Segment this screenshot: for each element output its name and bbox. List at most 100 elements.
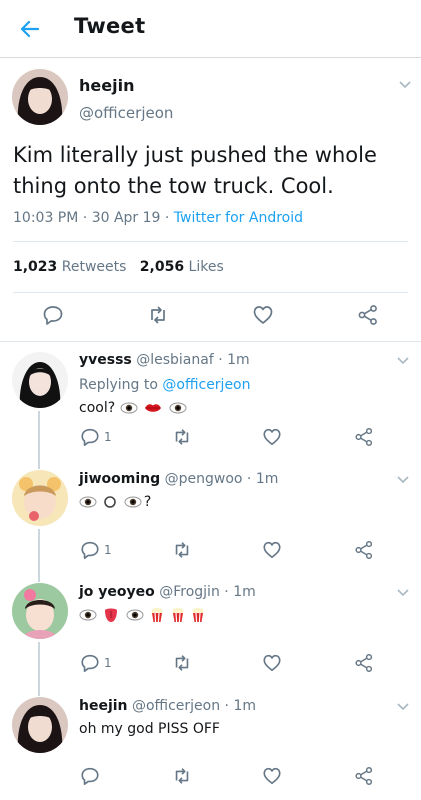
chevron-down-icon xyxy=(397,589,409,597)
eyes-emoji-icon xyxy=(169,402,187,414)
share-icon xyxy=(358,305,377,325)
reply-time-value: 1m xyxy=(233,698,256,714)
reply-icon xyxy=(43,306,63,325)
like-button[interactable] xyxy=(259,424,285,450)
back-button[interactable] xyxy=(14,13,46,45)
retweet-icon xyxy=(151,306,165,324)
retweet-button[interactable] xyxy=(169,650,195,676)
like-button[interactable] xyxy=(259,650,285,676)
replying-to: Replying to @officerjeon xyxy=(79,377,251,393)
popcorn-emoji-icon xyxy=(192,607,204,623)
reply-menu-button[interactable] xyxy=(395,699,411,715)
heart-icon xyxy=(263,541,281,559)
reply-author[interactable]: heejin @officerjeon · 1m xyxy=(79,698,256,714)
reply-name: yvesss xyxy=(79,352,132,368)
reply-text: ? xyxy=(79,494,151,510)
reply-author[interactable]: yvesss @lesbianaf · 1m xyxy=(79,352,250,368)
eyes-emoji-icon xyxy=(124,496,142,508)
chevron-down-icon xyxy=(399,81,411,89)
like-button[interactable] xyxy=(259,763,285,789)
top-bar: Tweet xyxy=(0,0,421,58)
retweet-icon xyxy=(175,768,189,784)
avatar[interactable] xyxy=(12,470,68,526)
tweet-meta: 10:03 PM · 30 Apr 19 · Twitter for Andro… xyxy=(13,210,303,226)
retweet-icon xyxy=(175,429,189,445)
tweet-date: 30 Apr 19 xyxy=(91,210,161,226)
like-button[interactable] xyxy=(250,302,276,328)
divider xyxy=(0,341,421,342)
retweet-icon xyxy=(175,542,189,558)
avatar[interactable] xyxy=(12,352,68,408)
replying-label: Replying to xyxy=(79,377,158,393)
share-button[interactable] xyxy=(355,302,381,328)
reply-button[interactable] xyxy=(40,302,66,328)
reply-text: cool? xyxy=(79,400,189,416)
retweet-icon xyxy=(175,655,189,671)
reply-text xyxy=(79,607,207,623)
divider xyxy=(13,292,408,293)
reply-handle: @pengwoo xyxy=(164,471,243,487)
reply-button[interactable] xyxy=(77,424,103,450)
reply-text-value: ? xyxy=(143,494,152,510)
author-name[interactable]: heejin xyxy=(79,76,134,95)
reply-text: oh my god PISS OFF xyxy=(79,721,220,737)
share-button[interactable] xyxy=(351,763,377,789)
reply-icon xyxy=(81,767,99,785)
retweet-button[interactable] xyxy=(169,537,195,563)
avatar[interactable] xyxy=(12,583,68,639)
chevron-down-icon xyxy=(397,357,409,365)
reply-count: 1 xyxy=(104,656,112,670)
reply-button[interactable] xyxy=(77,650,103,676)
share-icon xyxy=(355,654,373,672)
retweet-button[interactable] xyxy=(169,763,195,789)
reply-button[interactable] xyxy=(77,537,103,563)
reply-name: jo yeoyeo xyxy=(79,584,155,600)
reply-author[interactable]: jo yeoyeo @Frogjin · 1m xyxy=(79,584,256,600)
share-icon xyxy=(355,428,373,446)
heart-icon xyxy=(263,654,281,672)
likes-stat[interactable]: 2,056 Likes xyxy=(140,259,224,275)
page-title: Tweet xyxy=(74,14,146,38)
reply-button[interactable] xyxy=(77,763,103,789)
arrow-left-icon xyxy=(20,20,40,38)
heart-icon xyxy=(263,428,281,446)
share-button[interactable] xyxy=(351,537,377,563)
reply-name: heejin xyxy=(79,698,128,714)
share-button[interactable] xyxy=(351,650,377,676)
reply-time: · 1m xyxy=(224,584,256,600)
tweet-source-link[interactable]: Twitter for Android xyxy=(174,210,303,226)
reply-handle: @Frogjin xyxy=(159,584,220,600)
reply-menu-button[interactable] xyxy=(395,585,411,601)
share-button[interactable] xyxy=(351,424,377,450)
reply-menu-button[interactable] xyxy=(395,353,411,369)
reply-handle: @lesbianaf xyxy=(136,352,214,368)
replying-to-link[interactable]: @officerjeon xyxy=(162,377,250,393)
reply-menu-button[interactable] xyxy=(395,472,411,488)
eyes-emoji-icon xyxy=(120,402,138,414)
avatar[interactable] xyxy=(12,697,68,753)
thread-line xyxy=(38,411,40,469)
reply-time: · 1m xyxy=(218,352,250,368)
like-button[interactable] xyxy=(259,537,285,563)
reply-icon xyxy=(81,428,99,446)
popcorn-emoji-icon xyxy=(172,607,184,623)
reply-author[interactable]: jiwooming @pengwoo · 1m xyxy=(79,471,278,487)
popcorn-emoji-icon xyxy=(151,607,163,623)
likes-count: 2,056 xyxy=(139,259,185,275)
retweets-count: 1,023 xyxy=(13,259,58,275)
avatar[interactable] xyxy=(12,69,68,125)
eyes-emoji-icon xyxy=(79,496,97,508)
reply-count: 1 xyxy=(104,430,112,444)
tweet-menu-button[interactable] xyxy=(397,77,413,93)
reply-time-value: 1m xyxy=(233,584,256,600)
retweet-button[interactable] xyxy=(169,424,195,450)
author-handle[interactable]: @officerjeon xyxy=(79,104,173,122)
reply-time-value: 1m xyxy=(255,471,279,487)
eyes-emoji-icon xyxy=(79,609,97,621)
retweets-stat[interactable]: 1,023 Retweets xyxy=(13,259,126,275)
lips-emoji-icon xyxy=(145,404,162,412)
retweet-button[interactable] xyxy=(145,302,171,328)
tongue-emoji-icon xyxy=(105,608,118,622)
eyes-emoji-icon xyxy=(126,609,144,621)
divider xyxy=(13,241,408,242)
